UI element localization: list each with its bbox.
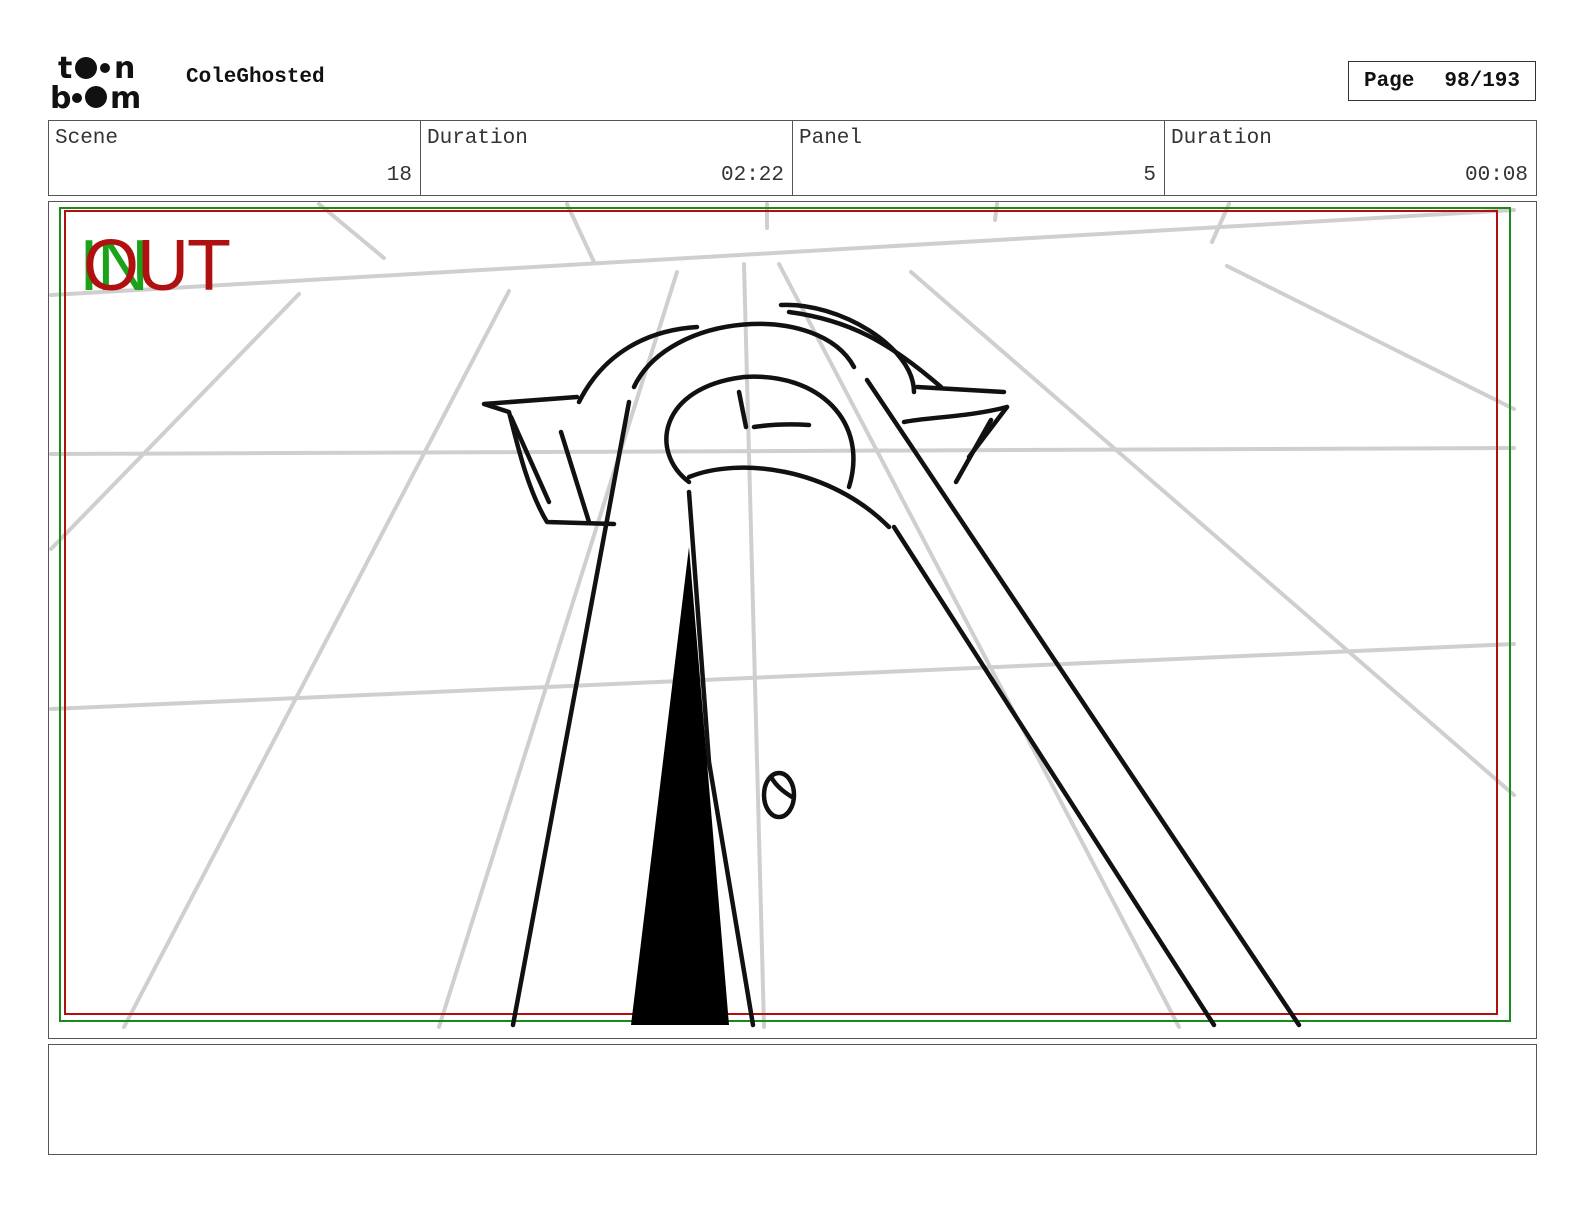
in-out-marker: IN OUT bbox=[79, 230, 231, 302]
scene-value: 18 bbox=[386, 164, 412, 187]
panel-drawing bbox=[49, 202, 1516, 1029]
svg-text:m: m bbox=[110, 81, 141, 114]
project-title: ColeGhosted bbox=[186, 66, 325, 89]
page-label: Page bbox=[1363, 69, 1415, 93]
storyboard-panel: IN OUT bbox=[48, 201, 1537, 1039]
svg-text:b: b bbox=[50, 81, 71, 114]
notes-area bbox=[48, 1044, 1537, 1155]
scene-duration-value: 02:22 bbox=[720, 164, 784, 187]
toonboom-logo: t n b m bbox=[50, 51, 141, 114]
panel-duration-label: Duration bbox=[1171, 127, 1272, 150]
scene-duration-label: Duration bbox=[427, 127, 528, 150]
page-number: 98/193 bbox=[1444, 69, 1521, 93]
figure-sketch bbox=[481, 302, 1302, 1028]
panel-value: 5 bbox=[1143, 164, 1156, 187]
panel-cell: Panel 5 bbox=[793, 121, 1165, 195]
safe-frame-red bbox=[64, 210, 1498, 1015]
panel-label: Panel bbox=[799, 127, 863, 150]
safe-frame-green bbox=[59, 207, 1511, 1022]
panel-info-bar: Scene 18 Duration 02:22 Panel 5 Duration… bbox=[48, 120, 1537, 196]
scene-duration-cell: Duration 02:22 bbox=[421, 121, 793, 195]
page-indicator: Page 98/193 bbox=[1348, 61, 1536, 101]
marker-out: OUT bbox=[83, 226, 231, 306]
scene-label: Scene bbox=[55, 127, 119, 150]
scene-cell: Scene 18 bbox=[49, 121, 421, 195]
panel-duration-cell: Duration 00:08 bbox=[1165, 121, 1536, 195]
panel-duration-value: 00:08 bbox=[1464, 164, 1528, 187]
